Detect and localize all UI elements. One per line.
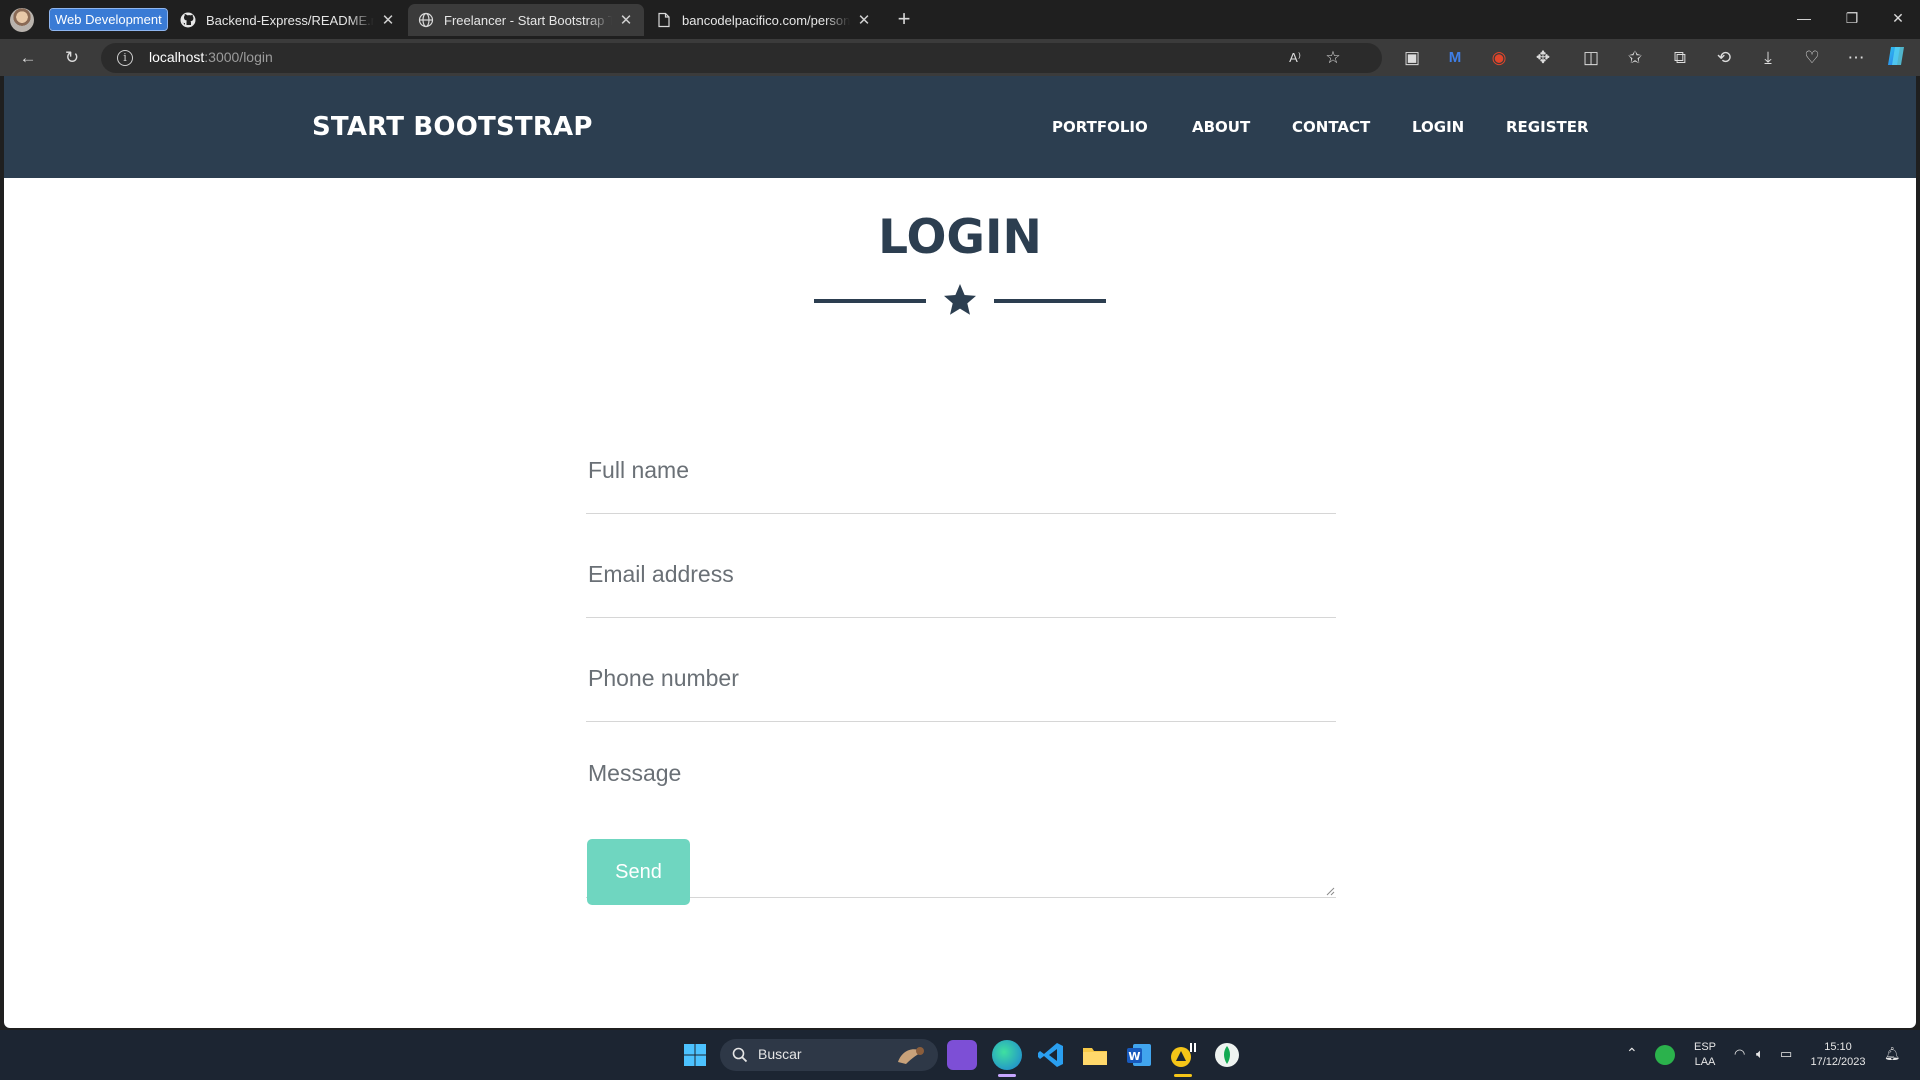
refresh-icon[interactable]: ↻	[58, 44, 86, 72]
clock[interactable]: 15:10 17/12/2023	[1808, 1040, 1868, 1070]
message-field	[586, 742, 1336, 898]
tab-bancodelpacifico[interactable]: bancodelpacifico.com/personas/ ✕	[646, 4, 882, 36]
active-app-indicator	[998, 1074, 1016, 1077]
search-highlight-icon	[898, 1047, 924, 1064]
divider-right	[994, 299, 1106, 303]
url-path: :3000/login	[204, 49, 273, 65]
browser-essentials-icon[interactable]: ♡	[1798, 44, 1826, 72]
search-icon	[732, 1047, 748, 1063]
wifi-icon[interactable]: ◠	[1734, 1046, 1745, 1061]
browser-tab-bar: Web Development Backend-Express/README.m…	[0, 0, 1920, 39]
copilot-icon[interactable]	[1882, 44, 1910, 72]
nav-login[interactable]: LOGIN	[1412, 118, 1464, 136]
history-icon[interactable]: ⟲	[1710, 44, 1738, 72]
page-icon	[656, 12, 672, 28]
tab-title: bancodelpacifico.com/personas/	[682, 12, 850, 28]
page-viewport: START BOOTSTRAP PORTFOLIO ABOUT CONTACT …	[4, 76, 1916, 1028]
file-explorer-icon[interactable]	[1080, 1040, 1110, 1070]
collections-icon[interactable]: ⧉	[1666, 44, 1694, 72]
email-input[interactable]	[586, 532, 1336, 617]
globe-icon	[418, 12, 434, 28]
dev-home-icon[interactable]	[947, 1040, 977, 1070]
downloads-icon[interactable]: ⤓	[1754, 44, 1782, 72]
close-tab-icon[interactable]: ✕	[380, 11, 396, 29]
search-placeholder: Buscar	[758, 1046, 802, 1062]
site-navbar: START BOOTSTRAP PORTFOLIO ABOUT CONTACT …	[4, 76, 1916, 178]
phone-input[interactable]	[586, 636, 1336, 721]
restore-icon[interactable]: ❐	[1834, 6, 1870, 30]
tab-group-chip[interactable]: Web Development	[49, 8, 168, 31]
favorites-icon[interactable]: ✩	[1621, 44, 1649, 72]
minimize-icon[interactable]: —	[1786, 6, 1822, 30]
close-window-icon[interactable]: ✕	[1880, 6, 1916, 30]
app-icon[interactable]	[1168, 1040, 1198, 1070]
edge-icon[interactable]	[992, 1040, 1022, 1070]
taskbar-search[interactable]: Buscar	[720, 1039, 938, 1071]
favorite-star-icon[interactable]: ☆	[1319, 44, 1347, 72]
nav-portfolio[interactable]: PORTFOLIO	[1052, 118, 1148, 136]
page-title: LOGIN	[878, 210, 1042, 265]
nav-about[interactable]: ABOUT	[1192, 118, 1250, 136]
mongodb-compass-icon[interactable]	[1212, 1040, 1242, 1070]
nav-register[interactable]: REGISTER	[1506, 118, 1589, 136]
language-code: ESP	[1693, 1041, 1716, 1053]
url-host: localhost	[149, 49, 205, 65]
volume-icon[interactable]: 🔈︎	[1756, 1046, 1764, 1061]
read-aloud-icon[interactable]: A⁾	[1281, 44, 1309, 72]
split-screen-icon[interactable]: ▣	[1398, 44, 1426, 72]
tab-title: Backend-Express/README.md at	[206, 12, 374, 28]
address-bar[interactable]: i localhost:3000/login A⁾ ☆	[101, 43, 1382, 73]
message-textarea[interactable]	[586, 742, 1336, 897]
tab-freelancer[interactable]: Freelancer - Start Bootstrap Then ✕	[408, 4, 644, 36]
close-tab-icon[interactable]: ✕	[856, 11, 872, 29]
back-icon[interactable]: ←	[14, 44, 42, 72]
extension-icon[interactable]: ◉	[1485, 44, 1513, 72]
divider-left	[814, 299, 926, 303]
word-icon[interactable]: W	[1124, 1040, 1154, 1070]
windows-taskbar: Buscar W ⌃ ESP LAA ◠ 🔈︎ ▭ 15:10 17/12/20…	[0, 1030, 1920, 1080]
tab-github-readme[interactable]: Backend-Express/README.md at ✕	[170, 4, 406, 36]
resize-grip-icon[interactable]	[1325, 886, 1335, 896]
extensions-puzzle-icon[interactable]: ✥	[1529, 44, 1557, 72]
nav-contact[interactable]: CONTACT	[1292, 118, 1370, 136]
battery-icon[interactable]: ▭	[1780, 1046, 1792, 1061]
full-name-input[interactable]	[586, 428, 1336, 513]
keyboard-layout: LAA	[1694, 1056, 1716, 1068]
new-tab-button[interactable]: +	[892, 6, 916, 32]
clock-date: 17/12/2023	[1810, 1056, 1866, 1068]
active-app-indicator	[1174, 1074, 1192, 1077]
address-url: localhost:3000/login	[149, 49, 273, 65]
site-brand[interactable]: START BOOTSTRAP	[312, 112, 593, 142]
github-icon	[180, 12, 196, 28]
input-language[interactable]: ESP LAA	[1690, 1040, 1720, 1070]
notifications-bell-icon[interactable]: 🔔︎	[1884, 1046, 1901, 1061]
star-icon	[942, 282, 978, 318]
tab-title: Freelancer - Start Bootstrap Then	[444, 12, 612, 28]
show-hidden-icons-icon[interactable]: ⌃	[1626, 1046, 1638, 1061]
svg-text:W: W	[1128, 1050, 1140, 1063]
browser-toolbar: ← ↻ i localhost:3000/login A⁾ ☆ ▣ M ◉ ✥ …	[0, 39, 1920, 76]
clock-time: 15:10	[1824, 1041, 1852, 1053]
windows-start-icon[interactable]	[680, 1040, 710, 1070]
full-name-field	[586, 428, 1336, 514]
close-tab-icon[interactable]: ✕	[618, 11, 634, 29]
email-field	[586, 532, 1336, 618]
malwarebytes-icon[interactable]: M	[1441, 44, 1469, 72]
more-menu-icon[interactable]: ⋯	[1842, 44, 1870, 72]
profile-avatar[interactable]	[10, 8, 34, 32]
send-button[interactable]: Send	[587, 839, 690, 905]
split-view-icon[interactable]: ◫	[1577, 44, 1605, 72]
tray-app-icon[interactable]	[1655, 1045, 1675, 1065]
site-info-icon[interactable]: i	[117, 50, 133, 66]
phone-field	[586, 636, 1336, 722]
vscode-icon[interactable]	[1036, 1040, 1066, 1070]
